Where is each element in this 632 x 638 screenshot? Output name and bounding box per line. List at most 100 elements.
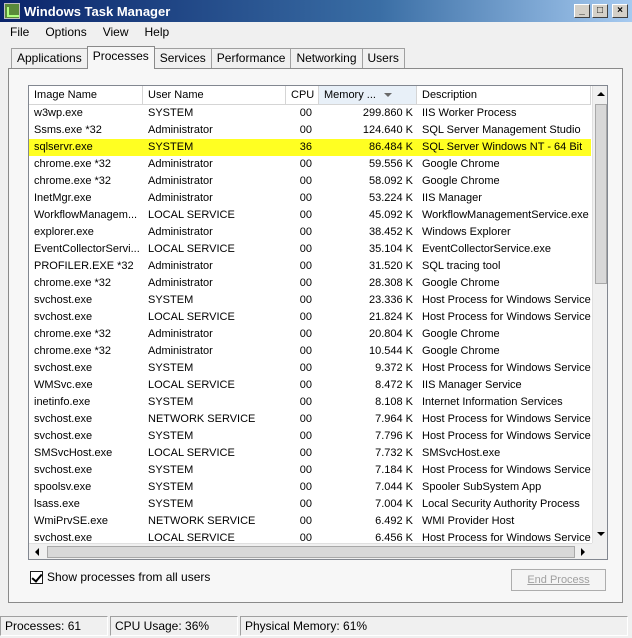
table-row[interactable]: lsass.exe SYSTEM 00 7.004 K Local Security A… [29,496,591,513]
table-row[interactable]: sqlservr.exe SYSTEM 36 86.484 K SQL Server W… [29,139,591,156]
table-row[interactable]: svchost.exe SYSTEM 00 9.372 K Host Process f… [29,360,591,377]
column-header-cpu[interactable]: CPU [286,86,319,104]
table-row[interactable]: chrome.exe *32 Administrator 00 20.804 K Goo… [29,326,591,343]
cell-memory: 53.224 K [368,192,413,204]
cell-description: Google Chrome [422,175,500,187]
tab-users[interactable]: Users [361,48,405,68]
status-physical-memory: Physical Memory: 61% [240,616,628,636]
table-row[interactable]: w3wp.exe SYSTEM 00 299.860 K IIS Worker Proc… [29,105,591,122]
cell-cpu: 36 [299,141,312,153]
table-row[interactable]: chrome.exe *32 Administrator 00 28.308 K Goo… [29,275,591,292]
tab-networking[interactable]: Networking [290,48,363,68]
scroll-left-button[interactable] [29,544,45,559]
cell-image-name: explorer.exe [34,226,94,238]
table-row[interactable]: svchost.exe LOCAL SERVICE 00 21.824 K Host P… [29,309,591,326]
cell-memory: 10.544 K [368,345,413,357]
scroll-down-button[interactable] [593,526,607,542]
cell-memory: 28.308 K [368,277,413,289]
minimize-button[interactable]: _ [574,4,590,18]
scroll-right-button[interactable] [575,544,591,559]
column-header-description[interactable]: Description [417,86,591,104]
table-row[interactable]: svchost.exe NETWORK SERVICE 00 7.964 K Host … [29,411,591,428]
vertical-scrollbar[interactable] [592,86,607,543]
close-button[interactable]: × [612,4,628,18]
vertical-scroll-thumb[interactable] [595,104,607,284]
cell-memory: 7.184 K [375,464,413,476]
cell-cpu: 00 [299,328,312,340]
table-row[interactable]: chrome.exe *32 Administrator 00 58.092 K Goo… [29,173,591,190]
show-all-users-option[interactable]: Show processes from all users [30,570,210,584]
status-bar: Processes: 61 CPU Usage: 36% Physical Me… [0,614,632,638]
tab-processes[interactable]: Processes [86,46,155,69]
cell-image-name: inetinfo.exe [34,396,91,408]
scroll-up-button[interactable] [593,86,607,102]
table-row[interactable]: WorkflowManagem... LOCAL SERVICE 00 45.092 … [29,207,591,224]
cell-memory: 9.372 K [375,362,413,374]
menu-help[interactable]: Help [135,25,176,39]
tab-performance[interactable]: Performance [210,48,292,68]
table-row[interactable]: Ssms.exe *32 Administrator 00 124.640 K SQL … [29,122,591,139]
cell-image-name: InetMgr.exe [34,192,92,204]
show-all-users-checkbox[interactable] [30,570,43,584]
cell-user-name: Administrator [148,328,213,340]
table-row[interactable]: WMSvc.exe LOCAL SERVICE 00 8.472 K IIS Manag… [29,377,591,394]
table-row[interactable]: InetMgr.exe Administrator 00 53.224 K IIS Ma… [29,190,591,207]
horizontal-scrollbar[interactable] [29,543,592,559]
cell-user-name: Administrator [148,345,213,357]
cell-cpu: 00 [299,481,312,493]
table-row[interactable]: EventCollectorServi... LOCAL SERVICE 00 35.… [29,241,591,258]
table-row[interactable]: PROFILER.EXE *32 Administrator 00 31.520 K S… [29,258,591,275]
cell-memory: 7.044 K [375,481,413,493]
menu-options[interactable]: Options [35,25,92,39]
arrow-left-icon [35,548,39,556]
maximize-button[interactable]: □ [592,4,608,18]
cell-cpu: 00 [299,294,312,306]
cell-cpu: 00 [299,158,312,170]
cell-image-name: chrome.exe *32 [34,158,112,170]
table-row[interactable]: spoolsv.exe SYSTEM 00 7.044 K Spooler SubSys… [29,479,591,496]
column-header-image-name[interactable]: Image Name [29,86,143,104]
cell-cpu: 00 [299,362,312,374]
table-row[interactable]: SMSvcHost.exe LOCAL SERVICE 00 7.732 K SMSvc… [29,445,591,462]
cell-user-name: Administrator [148,192,213,204]
show-all-users-label: Show processes from all users [47,570,211,584]
cell-user-name: NETWORK SERVICE [148,413,256,425]
cell-cpu: 00 [299,277,312,289]
cell-cpu: 00 [299,311,312,323]
cell-memory: 86.484 K [368,141,413,153]
column-header-memory[interactable]: Memory ... [319,86,417,104]
table-row[interactable]: svchost.exe SYSTEM 00 7.796 K Host Process f… [29,428,591,445]
end-process-button[interactable]: End Process [511,569,606,591]
table-row[interactable]: explorer.exe Administrator 00 38.452 K Windo… [29,224,591,241]
tab-applications[interactable]: Applications [11,48,88,68]
cell-description: SMSvcHost.exe [422,447,501,459]
cell-image-name: SMSvcHost.exe [34,447,113,459]
table-row[interactable]: svchost.exe SYSTEM 00 23.336 K Host Process … [29,292,591,309]
cell-description: SQL Server Management Studio [422,124,581,136]
cell-user-name: SYSTEM [148,141,194,153]
table-row[interactable]: WmiPrvSE.exe NETWORK SERVICE 00 6.492 K WMI … [29,513,591,530]
menu-view[interactable]: View [93,25,135,39]
menu-file[interactable]: File [0,25,35,39]
window-title: Windows Task Manager [24,3,171,19]
table-row[interactable]: svchost.exe SYSTEM 00 7.184 K Host Process f… [29,462,591,479]
cell-user-name: Administrator [148,226,213,238]
cell-cpu: 00 [299,243,312,255]
cell-cpu: 00 [299,209,312,221]
cell-memory: 6.492 K [375,515,413,527]
column-header-user-name[interactable]: User Name [143,86,286,104]
table-row[interactable]: inetinfo.exe SYSTEM 00 8.108 K Internet Info… [29,394,591,411]
list-header: Image Name User Name CPU Memory ... Desc… [29,86,591,105]
table-row[interactable]: chrome.exe *32 Administrator 00 59.556 K Goo… [29,156,591,173]
tab-services[interactable]: Services [153,48,212,68]
cell-image-name: EventCollectorServi... [34,243,140,255]
cell-description: Host Process for Windows Services [422,464,591,476]
cell-description: Host Process for Windows Services [422,430,591,442]
horizontal-scroll-thumb[interactable] [47,546,575,558]
cell-memory: 35.104 K [368,243,413,255]
cell-user-name: Administrator [148,260,213,272]
cell-image-name: PROFILER.EXE *32 [34,260,134,272]
table-row[interactable]: chrome.exe *32 Administrator 00 10.544 K Goo… [29,343,591,360]
process-list[interactable]: Image Name User Name CPU Memory ... Desc… [28,85,608,560]
cell-description: IIS Worker Process [422,107,517,119]
